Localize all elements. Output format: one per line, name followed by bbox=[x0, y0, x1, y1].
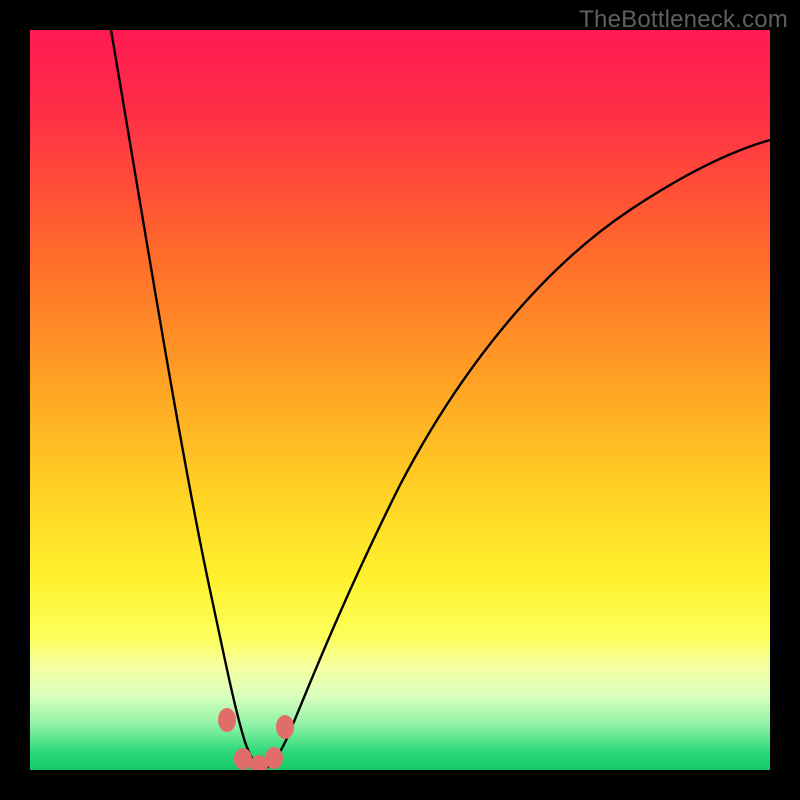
markers bbox=[218, 708, 294, 770]
right-curve bbox=[263, 140, 770, 769]
left-curve bbox=[111, 30, 263, 769]
plot-frame bbox=[30, 30, 770, 770]
marker bbox=[276, 715, 294, 739]
marker bbox=[265, 747, 283, 769]
marker bbox=[234, 748, 252, 770]
marker bbox=[218, 708, 236, 732]
watermark-text: TheBottleneck.com bbox=[579, 6, 788, 34]
curve-layer bbox=[30, 30, 770, 770]
